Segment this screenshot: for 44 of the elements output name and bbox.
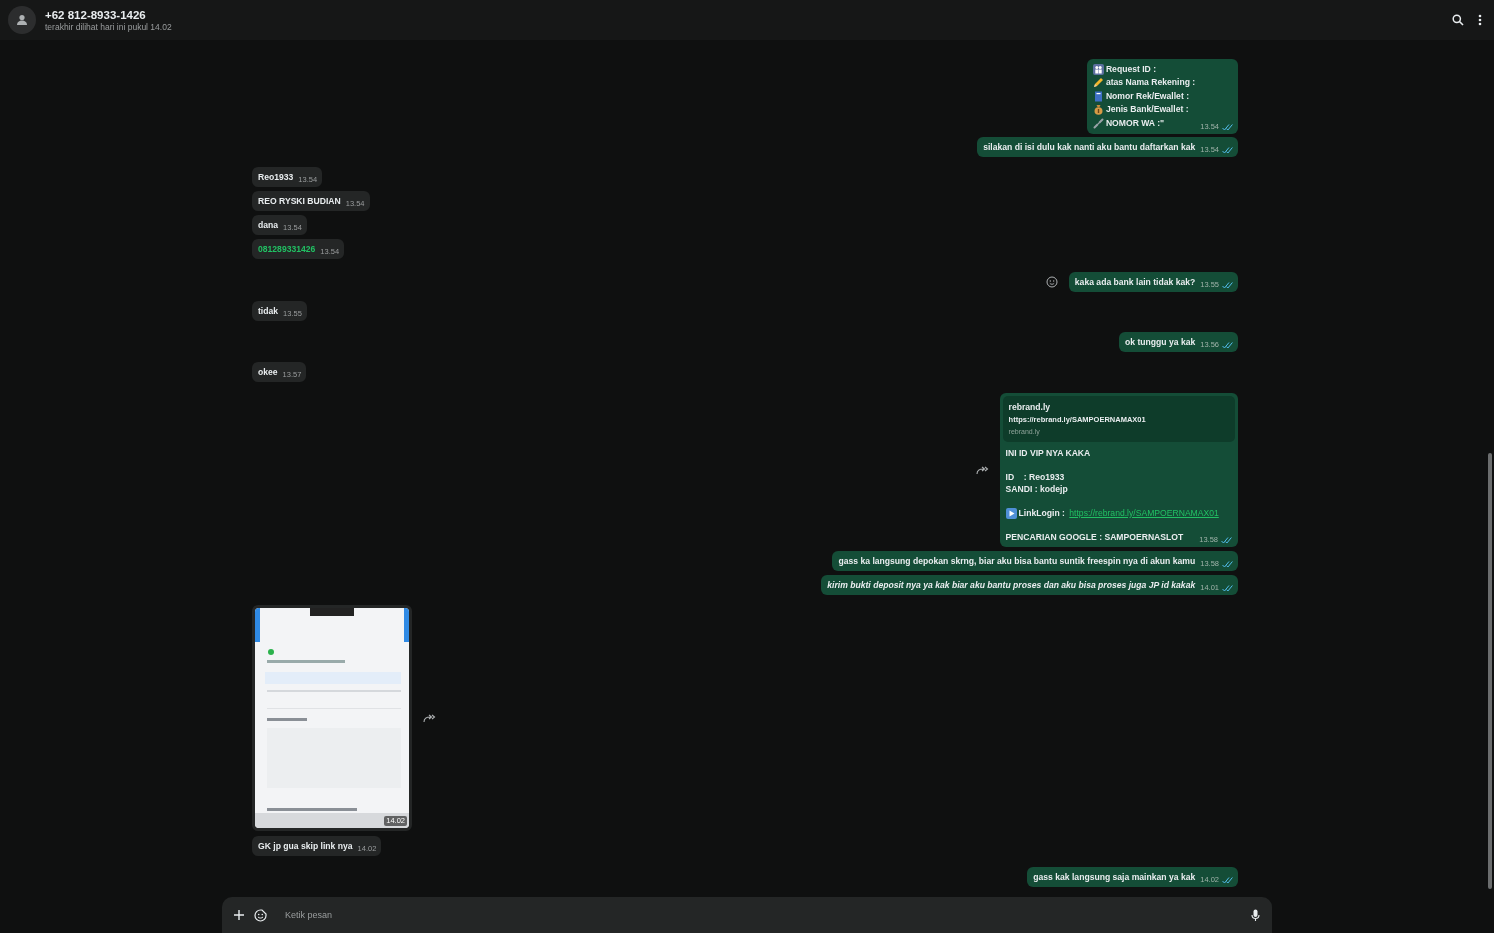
message-link[interactable]: https://rebrand.ly/SAMPOERNAMAX01 xyxy=(1069,507,1219,519)
message-text: gass kak langsung saja mainkan ya kak xyxy=(1033,871,1196,883)
message-text: Request ID : xyxy=(1105,62,1157,76)
message-text: GK jp gua skip link nya xyxy=(258,840,353,852)
message-text: kaka ada bank lain tidak kak? xyxy=(1074,276,1196,288)
message-text: gass ka langsung depokan skrng, biar aku bisa bantu suntik freespin nya di akun kamu xyxy=(838,555,1196,567)
message-text: LinkLogin : xyxy=(1018,507,1066,519)
pencil-icon xyxy=(1092,77,1104,89)
message-text: okee xyxy=(258,366,278,378)
scrollbar[interactable] xyxy=(1488,453,1492,889)
last-seen-status: terakhir dilihat hari ini pukul 14.02 xyxy=(45,21,173,33)
message-text: REO RYSKI BUDIAN xyxy=(258,195,341,207)
message-text: Reo1933 xyxy=(258,171,294,183)
message-text: SANDI : kodejp xyxy=(1005,483,1069,495)
message-input-field[interactable]: Ketik pesan xyxy=(222,897,1272,933)
message-text: Jenis Bank/Ewallet : xyxy=(1105,103,1189,116)
message-text: dana xyxy=(258,219,279,231)
message-text: Nomor Rek/Ewallet : xyxy=(1105,89,1189,103)
message-text: silakan di isi dulu kak nanti aku bantu daftarkan kak xyxy=(983,141,1196,153)
chain-link-icon xyxy=(1092,117,1104,129)
people-icon xyxy=(1092,63,1104,75)
phone-number-link[interactable]: 081289331426 xyxy=(258,243,316,255)
emoji-reaction-icon[interactable] xyxy=(1045,276,1058,288)
forward-icon[interactable] xyxy=(423,713,436,723)
contact-name: +62 812-8933-1426 xyxy=(45,7,147,22)
message-text: atas Nama Rekening : xyxy=(1105,76,1196,89)
preview-title: rebrand.ly xyxy=(1008,401,1052,414)
play-icon xyxy=(1005,507,1017,519)
message-text: ID : Reo1933 xyxy=(1005,471,1066,483)
add-icon[interactable] xyxy=(234,910,244,920)
bookmark-icon xyxy=(1092,90,1104,102)
message-text: ok tunggu ya kak xyxy=(1125,336,1196,348)
message-text: tidak xyxy=(258,305,279,317)
message-text: INI ID VIP NYA KAKA xyxy=(1005,447,1092,459)
sticker-icon[interactable] xyxy=(254,908,267,922)
forward-icon[interactable] xyxy=(975,465,989,475)
money-bag-icon xyxy=(1092,104,1104,116)
microphone-icon[interactable] xyxy=(1251,908,1260,922)
message-text: PENCARIAN GOOGLE : SAMPOERNASLOT xyxy=(1005,531,1184,543)
message-text: NOMOR WA :" xyxy=(1105,116,1165,130)
search-icon[interactable] xyxy=(1452,14,1464,26)
avatar-icon[interactable] xyxy=(8,6,36,34)
menu-icon[interactable] xyxy=(1478,14,1482,26)
message-text: kirim bukti deposit nya ya kak biar aku bantu proses dan aku bisa proses juga JP id kakak xyxy=(827,579,1196,591)
